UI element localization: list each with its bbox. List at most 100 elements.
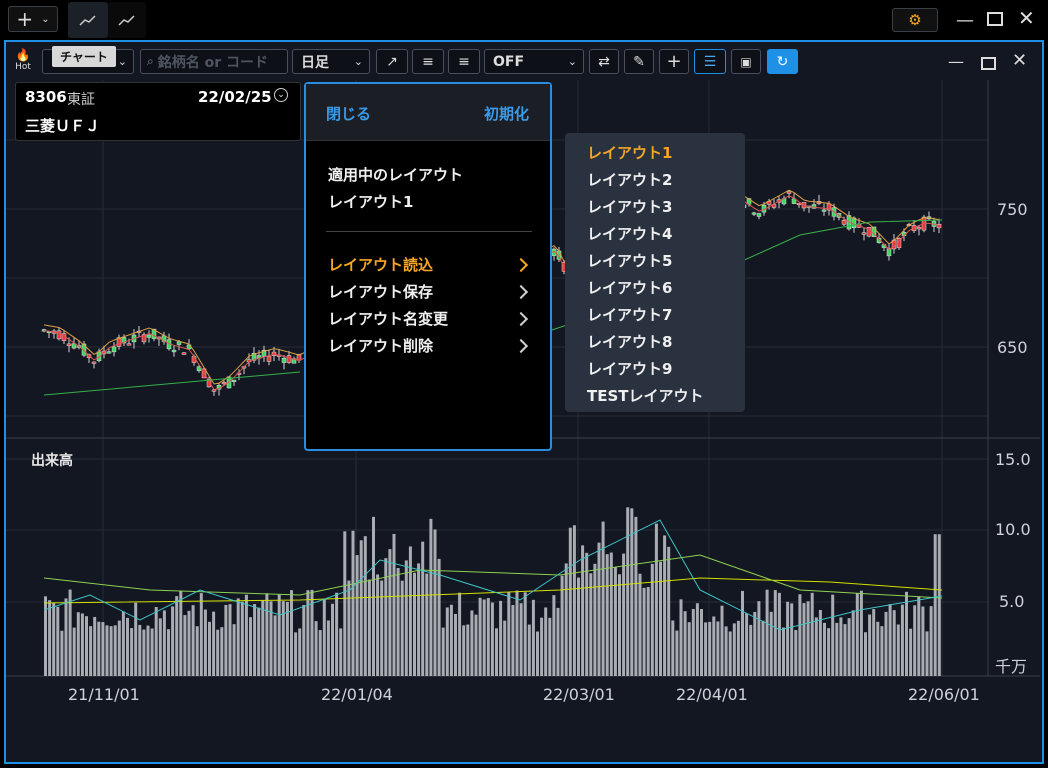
indicator-select[interactable]: OFF ⌄ <box>484 49 584 74</box>
volume-bar <box>638 573 642 676</box>
volume-unit: 千万 <box>995 657 1028 676</box>
add-tab-button[interactable]: + ⌄ <box>8 6 58 32</box>
submenu-item-layout8[interactable]: レイアウト8 <box>587 331 672 352</box>
submenu-item-layout2[interactable]: レイアウト2 <box>587 169 672 190</box>
volume-bar <box>175 596 179 676</box>
submenu-item-layout3[interactable]: レイアウト3 <box>587 196 672 217</box>
volume-bar <box>913 605 917 676</box>
tab-chart-1[interactable] <box>68 2 108 38</box>
menu-item-load[interactable]: レイアウト読込 <box>306 252 550 276</box>
candle-body <box>916 226 922 230</box>
volume-bar <box>158 618 162 676</box>
volume-bar <box>892 610 896 676</box>
align-left-button[interactable]: ≡ <box>412 49 444 74</box>
submenu-item-layout4[interactable]: レイアウト4 <box>587 223 672 244</box>
camera-button[interactable]: ▣ <box>731 49 761 74</box>
submenu-item-test-layout[interactable]: TESTレイアウト <box>587 385 704 406</box>
minimize-app-icon[interactable]: — <box>956 10 974 31</box>
symbol-market: 東証 <box>67 92 95 108</box>
menu-item-label: レイアウト削除 <box>328 337 434 355</box>
draw-arrow-button[interactable]: ↗ <box>376 49 408 74</box>
menu-item-label: レイアウト読込 <box>328 256 434 274</box>
volume-bar <box>708 621 712 676</box>
tab-chart-2[interactable] <box>108 2 146 38</box>
volume-bar <box>880 626 884 676</box>
maximize-window-icon[interactable] <box>981 57 996 70</box>
align-right-button[interactable]: ≡ <box>448 49 480 74</box>
minimize-window-icon[interactable]: — <box>948 52 964 71</box>
volume-bar <box>261 599 265 676</box>
add-button[interactable]: + <box>659 49 689 74</box>
volume-bar <box>408 546 412 676</box>
volume-bar <box>917 596 921 676</box>
volume-bar <box>515 590 519 676</box>
volume-bar <box>343 531 347 676</box>
volume-bar <box>64 598 68 676</box>
volume-bar <box>216 629 220 676</box>
hot-button[interactable]: 🔥 Hot <box>12 48 34 72</box>
hot-label: Hot <box>15 62 31 72</box>
volume-tick-15: 15.0 <box>995 450 1031 469</box>
volume-bar <box>572 525 576 676</box>
volume-bar <box>601 521 605 676</box>
volume-bar <box>581 545 585 676</box>
menu-item-delete[interactable]: レイアウト削除 <box>306 333 550 357</box>
menu-item-save[interactable]: レイアウト保存 <box>306 279 550 303</box>
volume-bar <box>331 603 334 676</box>
volume-bar <box>273 615 277 676</box>
volume-bar <box>486 598 490 676</box>
volume-bar <box>154 607 158 676</box>
maximize-app-icon[interactable] <box>987 12 1003 26</box>
submenu-item-layout9[interactable]: レイアウト9 <box>587 358 672 379</box>
layout-settings-button[interactable]: ☰ <box>694 49 726 74</box>
period-select[interactable]: 日足 ⌄ <box>292 49 370 74</box>
candle-body <box>231 379 237 382</box>
menu-close-button[interactable]: 閉じる <box>326 103 371 124</box>
chevron-right-icon <box>513 284 529 300</box>
volume-bar <box>659 561 662 676</box>
chart-icon <box>118 15 135 26</box>
volume-bar <box>605 554 609 676</box>
volume-bar <box>642 587 646 676</box>
volume-bar <box>462 625 466 676</box>
volume-tick-5: 5.0 <box>999 592 1025 611</box>
volume-bar <box>839 617 843 676</box>
search-input[interactable]: ⌕ 銘柄名 or コード <box>140 49 288 74</box>
close-app-icon[interactable]: ✕ <box>1018 6 1035 30</box>
candle-body <box>56 330 62 340</box>
candle-body <box>106 351 112 354</box>
menu-reset-button[interactable]: 初期化 <box>484 103 529 124</box>
tooltip: チャート <box>52 46 116 67</box>
volume-bar <box>634 516 638 676</box>
chevron-down-icon: ⌄ <box>353 55 363 68</box>
camera-icon: ▣ <box>740 54 752 69</box>
menu-item-rename[interactable]: レイアウト名変更 <box>306 306 550 330</box>
chevron-down-icon: ⌄ <box>41 13 50 25</box>
volume-bar <box>806 601 810 676</box>
volume-bar <box>556 607 560 676</box>
shuffle-button[interactable]: ⇄ <box>589 49 619 74</box>
volume-bar <box>671 620 675 676</box>
pencil-button[interactable]: ✎ <box>624 49 654 74</box>
volume-bar <box>650 563 654 676</box>
x-tick-1: 21/11/01 <box>68 685 140 704</box>
refresh-button[interactable]: ↻ <box>767 49 798 74</box>
volume-label: 出来高 <box>31 453 73 469</box>
date-picker-icon[interactable]: ⌄ <box>274 88 288 102</box>
volume-bar <box>244 594 248 676</box>
submenu-item-layout1[interactable]: レイアウト1 <box>587 142 672 163</box>
settings-button[interactable]: ⚙ <box>892 8 938 32</box>
volume-bar <box>675 630 679 676</box>
volume-bar <box>236 598 240 676</box>
volume-bar <box>314 621 318 676</box>
volume-bar <box>654 523 658 676</box>
submenu-item-layout6[interactable]: レイアウト6 <box>587 277 672 298</box>
volume-bar <box>683 611 687 676</box>
volume-bar <box>212 611 216 676</box>
close-window-icon[interactable]: ✕ <box>1012 50 1027 71</box>
symbol-name: 三菱ＵＦＪ <box>25 117 101 135</box>
align-left-icon: ≡ <box>422 53 434 70</box>
candle-body <box>221 382 227 385</box>
submenu-item-layout5[interactable]: レイアウト5 <box>587 250 672 271</box>
submenu-item-layout7[interactable]: レイアウト7 <box>587 304 672 325</box>
